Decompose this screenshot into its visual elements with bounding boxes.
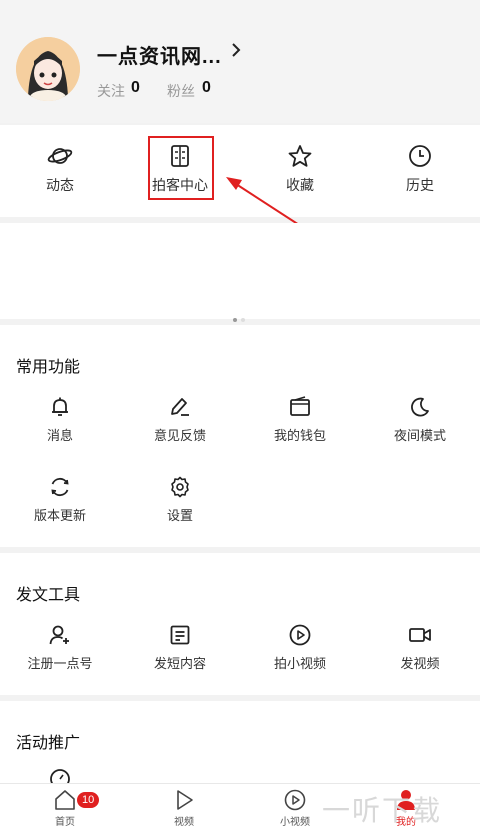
- pencil-icon: [171, 398, 189, 416]
- carousel-dot: [241, 318, 245, 322]
- grid-label: 我的钱包: [273, 428, 326, 443]
- common-functions-section: 常用功能 消息 意见反馈 我的钱包 夜间模式 版本更新 设置: [0, 325, 480, 547]
- grid-label: 版本更新: [33, 508, 86, 523]
- carousel-dot: [233, 318, 237, 322]
- promotion-section: 活动推广: [0, 701, 480, 785]
- gear-icon: [171, 476, 189, 498]
- grid-item-shoot-short-video[interactable]: 拍小视频: [240, 623, 360, 672]
- wallet-icon: [290, 396, 310, 416]
- play-icon: [177, 790, 193, 810]
- play-circle-icon: [289, 624, 311, 646]
- grid-item-short-post[interactable]: 发短内容: [120, 623, 240, 672]
- grid-label: 发视频: [400, 656, 440, 671]
- grid-item-settings[interactable]: 设置: [120, 475, 240, 524]
- unread-badge: 10: [77, 792, 100, 808]
- grid-item-night-mode[interactable]: 夜间模式: [360, 395, 480, 444]
- tab-video[interactable]: 视频: [124, 788, 244, 828]
- watermark: 一听下载: [322, 795, 443, 826]
- grid-item-register[interactable]: 注册一点号: [0, 623, 120, 672]
- grid-label: 发短内容: [153, 656, 206, 671]
- grid-item-post-video[interactable]: 发视频: [360, 623, 480, 672]
- grid-label: 注册一点号: [27, 656, 93, 671]
- publish-tools-section: 发文工具 注册一点号 发短内容 拍小视频 发视频: [0, 553, 480, 695]
- grid-label: 设置: [166, 508, 193, 523]
- add-user-icon: [49, 625, 69, 645]
- section-title: 发文工具: [16, 587, 81, 604]
- grid-item-messages[interactable]: 消息: [0, 395, 120, 444]
- section-title: 活动推广: [16, 735, 81, 752]
- play-circle-icon: [284, 789, 306, 811]
- grid-label: 意见反馈: [153, 428, 206, 443]
- moon-icon: [411, 397, 429, 417]
- tab-label: 首页: [55, 817, 75, 828]
- document-icon: [170, 625, 190, 645]
- bell-icon: [52, 397, 68, 416]
- tab-home[interactable]: 首页 10: [5, 788, 125, 828]
- grid-item-wallet[interactable]: 我的钱包: [240, 395, 360, 444]
- grid-item-feedback[interactable]: 意见反馈: [120, 395, 240, 444]
- grid-item-update[interactable]: 版本更新: [0, 475, 120, 524]
- section-title: 常用功能: [16, 359, 81, 376]
- grid-label: 拍小视频: [273, 656, 326, 671]
- video-camera-icon: [409, 628, 431, 642]
- home-icon: [55, 790, 75, 810]
- grid-label: 夜间模式: [393, 428, 446, 443]
- tab-label: 视频: [174, 817, 194, 828]
- banner-carousel[interactable]: [0, 223, 480, 319]
- grid-label: 消息: [46, 428, 73, 443]
- refresh-icon: [51, 477, 69, 497]
